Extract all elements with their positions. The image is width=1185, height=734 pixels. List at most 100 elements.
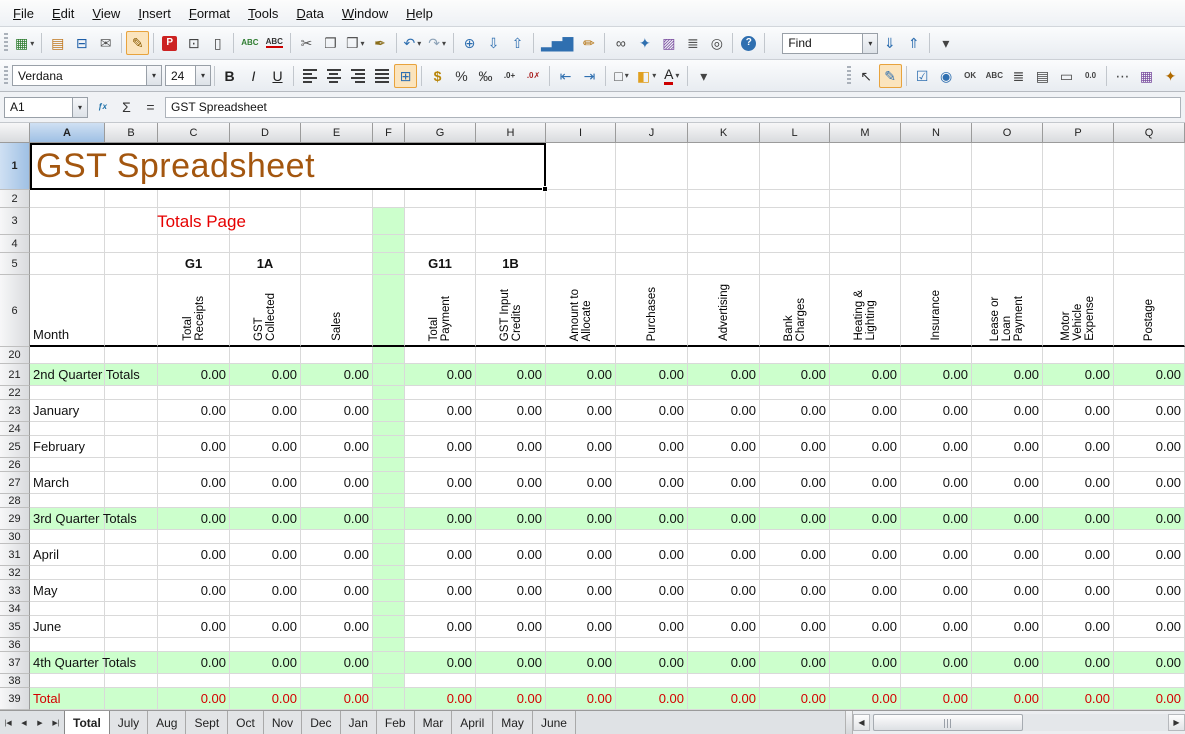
cell-E23[interactable]: 0.00 — [301, 400, 373, 422]
sheet-tab-feb[interactable]: Feb — [377, 711, 415, 734]
cell-J23[interactable]: 0.00 — [616, 400, 688, 422]
decrease-indent-icon[interactable]: ⇤ — [554, 64, 577, 88]
font-name-dropdown-icon[interactable]: ▾ — [146, 66, 161, 85]
cell-L27[interactable]: 0.00 — [760, 472, 830, 494]
cell-D38[interactable] — [230, 674, 301, 688]
cell-I20[interactable] — [546, 347, 616, 364]
borders-icon[interactable]: □▾ — [610, 64, 633, 88]
cell-Q20[interactable] — [1114, 347, 1185, 364]
cell-I32[interactable] — [546, 566, 616, 580]
align-center-icon[interactable] — [322, 64, 345, 88]
cell-Q37[interactable]: 0.00 — [1114, 652, 1185, 674]
italic-icon[interactable]: I — [242, 64, 265, 88]
cell-Q39[interactable]: 0.00 — [1114, 688, 1185, 710]
cell-H20[interactable] — [476, 347, 546, 364]
cell-D20[interactable] — [230, 347, 301, 364]
scrollbar-track[interactable] — [870, 714, 1168, 731]
cell-O31[interactable]: 0.00 — [972, 544, 1043, 566]
cell-C29[interactable]: 0.00 — [158, 508, 230, 530]
cell-F27[interactable] — [373, 472, 405, 494]
bold-icon[interactable]: B — [218, 64, 241, 88]
cell-H32[interactable] — [476, 566, 546, 580]
function-wizard-icon[interactable]: ƒx — [91, 95, 114, 119]
cell-E39[interactable]: 0.00 — [301, 688, 373, 710]
cell-D22[interactable] — [230, 386, 301, 400]
sheet-tab-july[interactable]: July — [110, 711, 148, 734]
cell-P36[interactable] — [1043, 638, 1114, 652]
cell-I31[interactable]: 0.00 — [546, 544, 616, 566]
row-header-3[interactable]: 3 — [0, 208, 30, 235]
increase-indent-icon[interactable]: ⇥ — [578, 64, 601, 88]
cell-A34[interactable] — [30, 602, 105, 616]
cell-B25[interactable] — [105, 436, 158, 458]
cell-J1[interactable] — [616, 143, 688, 190]
column-header-O[interactable]: O — [972, 123, 1043, 143]
row-header-35[interactable]: 35 — [0, 616, 30, 638]
cell-A25[interactable]: February — [30, 436, 105, 458]
cell-F38[interactable] — [373, 674, 405, 688]
cell-B23[interactable] — [105, 400, 158, 422]
cell-I22[interactable] — [546, 386, 616, 400]
font-name-combo[interactable]: Verdana ▾ — [12, 65, 162, 86]
cell-O2[interactable] — [972, 190, 1043, 208]
cell-G24[interactable] — [405, 422, 476, 436]
cell-Q4[interactable] — [1114, 235, 1185, 253]
cell-E25[interactable]: 0.00 — [301, 436, 373, 458]
cell-I33[interactable]: 0.00 — [546, 580, 616, 602]
cell-J31[interactable]: 0.00 — [616, 544, 688, 566]
sheet-tab-sept[interactable]: Sept — [186, 711, 228, 734]
cell-D24[interactable] — [230, 422, 301, 436]
cell-J30[interactable] — [616, 530, 688, 544]
cell-L34[interactable] — [760, 602, 830, 616]
row-header-38[interactable]: 38 — [0, 674, 30, 688]
toolbar-options-icon[interactable]: ▾ — [934, 31, 957, 55]
cell-G39[interactable]: 0.00 — [405, 688, 476, 710]
row-header-21[interactable]: 21 — [0, 364, 30, 386]
autospellcheck-icon[interactable]: ABC — [263, 31, 286, 55]
cell-E21[interactable]: 0.00 — [301, 364, 373, 386]
cell-L6[interactable]: Bank Charges — [760, 275, 830, 347]
cell-B4[interactable] — [105, 235, 158, 253]
cell-E31[interactable]: 0.00 — [301, 544, 373, 566]
print-icon[interactable]: ⊡ — [182, 31, 205, 55]
cell-N30[interactable] — [901, 530, 972, 544]
cell-N31[interactable]: 0.00 — [901, 544, 972, 566]
menu-help[interactable]: Help — [397, 1, 442, 26]
cell-E38[interactable] — [301, 674, 373, 688]
cell-M33[interactable]: 0.00 — [830, 580, 901, 602]
cell-O4[interactable] — [972, 235, 1043, 253]
sort-descending-icon[interactable]: ⇧ — [506, 31, 529, 55]
cell-P33[interactable]: 0.00 — [1043, 580, 1114, 602]
cell-D31[interactable]: 0.00 — [230, 544, 301, 566]
cell-O29[interactable]: 0.00 — [972, 508, 1043, 530]
cell-N36[interactable] — [901, 638, 972, 652]
data-sources-icon[interactable]: ≣ — [681, 31, 704, 55]
cell-A21[interactable]: 2nd Quarter Totals — [30, 364, 105, 386]
cell-L31[interactable]: 0.00 — [760, 544, 830, 566]
cell-F24[interactable] — [373, 422, 405, 436]
copy-icon[interactable]: ❐ — [319, 31, 342, 55]
cell-O39[interactable]: 0.00 — [972, 688, 1043, 710]
row-header-20[interactable]: 20 — [0, 347, 30, 364]
cell-B32[interactable] — [105, 566, 158, 580]
cell-H4[interactable] — [476, 235, 546, 253]
cell-P32[interactable] — [1043, 566, 1114, 580]
cell-H37[interactable]: 0.00 — [476, 652, 546, 674]
cell-M22[interactable] — [830, 386, 901, 400]
cell-I1[interactable] — [546, 143, 616, 190]
cell-M3[interactable] — [830, 208, 901, 235]
cell-F35[interactable] — [373, 616, 405, 638]
cell-B27[interactable] — [105, 472, 158, 494]
cell-F4[interactable] — [373, 235, 405, 253]
undo-icon-dropdown[interactable]: ▾ — [417, 39, 421, 48]
list-box-icon[interactable]: ≣ — [1007, 64, 1030, 88]
cell-K28[interactable] — [688, 494, 760, 508]
cell-B30[interactable] — [105, 530, 158, 544]
cell-G22[interactable] — [405, 386, 476, 400]
cell-Q26[interactable] — [1114, 458, 1185, 472]
cell-A33[interactable]: May — [30, 580, 105, 602]
text-box-icon[interactable]: ▭ — [1055, 64, 1078, 88]
row-header-32[interactable]: 32 — [0, 566, 30, 580]
cell-F5[interactable] — [373, 253, 405, 275]
cell-M5[interactable] — [830, 253, 901, 275]
